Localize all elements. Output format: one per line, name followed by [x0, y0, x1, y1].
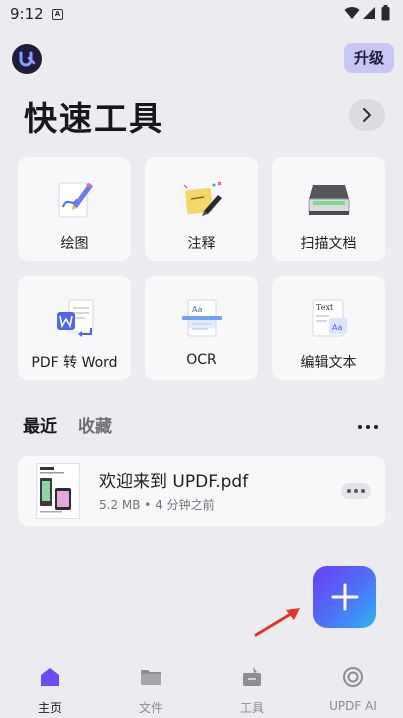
tool-card-draw[interactable]: 绘图 [18, 157, 131, 261]
tool-card-scan[interactable]: 扫描文档 [272, 157, 385, 261]
quick-tools-title: 快速工具 [24, 99, 164, 138]
tool-label: 扫描文档 [300, 236, 357, 252]
ocr-icon: Aa [181, 299, 222, 337]
file-more-button[interactable] [341, 483, 371, 499]
file-meta: 5.2 MB • 4 分钟之前 [99, 498, 215, 512]
more-horizontal-icon [347, 489, 365, 493]
upgrade-button[interactable]: 升级 [344, 43, 394, 73]
quick-tools-more-button[interactable] [349, 99, 385, 131]
nav-tools[interactable]: 工具 [212, 665, 292, 716]
battery-icon [381, 5, 390, 21]
svg-text:Aa: Aa [192, 305, 202, 314]
tool-label: OCR [186, 352, 217, 368]
pdf-to-word-icon [56, 299, 93, 337]
add-button[interactable] [313, 566, 376, 628]
tab-recent[interactable]: 最近 [23, 412, 57, 437]
nav-updf-ai[interactable]: UPDF AI [313, 665, 393, 713]
svg-text:Text: Text [316, 303, 334, 312]
status-bar: 9:12 A [0, 0, 403, 30]
file-thumbnail [36, 463, 80, 519]
tool-label: 绘图 [60, 236, 89, 252]
folder-icon [141, 670, 161, 685]
nav-label: 主页 [37, 701, 62, 715]
tool-label: PDF 转 Word [31, 355, 118, 371]
nav-files[interactable]: 文件 [111, 665, 191, 716]
bottom-nav: 主页 文件 工具 UPDF AI [0, 660, 403, 718]
tool-card-edit-text[interactable]: Text Aa 编辑文本 [272, 276, 385, 380]
nav-label: 文件 [138, 701, 163, 715]
annotate-icon [182, 181, 222, 216]
nav-label: UPDF AI [329, 699, 377, 713]
more-options-icon[interactable] [356, 418, 380, 434]
file-list-item[interactable]: 欢迎来到 UPDF.pdf 5.2 MB • 4 分钟之前 [18, 456, 385, 526]
draw-icon [58, 182, 93, 218]
updf-logo [12, 44, 42, 74]
tool-card-ocr[interactable]: Aa OCR [145, 276, 258, 380]
arrow-annotation-icon [254, 608, 300, 637]
home-icon [41, 668, 59, 686]
wifi-icon [344, 7, 360, 20]
toolbox-icon [243, 667, 261, 686]
tool-label: 编辑文本 [300, 355, 357, 371]
svg-text:Aa: Aa [332, 323, 342, 332]
edit-text-icon: Text Aa [312, 299, 347, 337]
tab-favorites[interactable]: 收藏 [78, 412, 112, 437]
notification-icon: A [52, 9, 63, 20]
status-time: 9:12 [10, 5, 44, 23]
tool-label: 注释 [187, 236, 216, 252]
tool-card-pdf-to-word[interactable]: PDF 转 Word [18, 276, 131, 380]
nav-label: 工具 [239, 701, 264, 715]
file-name: 欢迎来到 UPDF.pdf [99, 472, 249, 492]
chevron-right-icon [363, 108, 371, 122]
tool-card-annotate[interactable]: 注释 [145, 157, 258, 261]
nav-home[interactable]: 主页 [10, 665, 90, 716]
plus-icon [331, 583, 358, 611]
ai-icon [343, 667, 363, 687]
signal-icon [363, 7, 375, 19]
scanner-icon [308, 185, 349, 215]
